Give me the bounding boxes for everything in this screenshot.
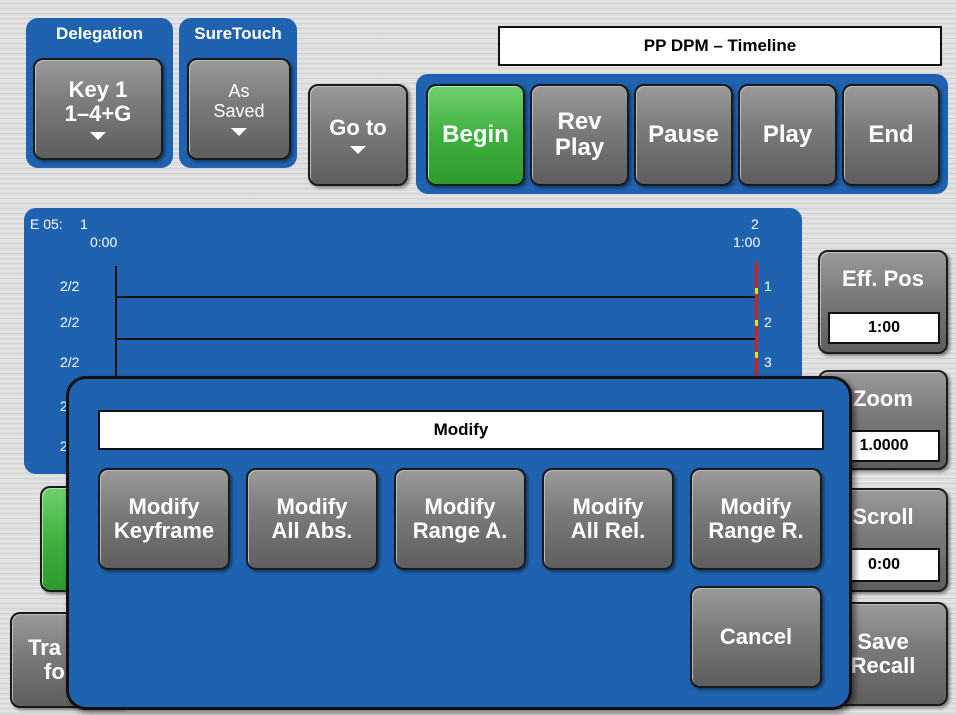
row1-num: 1 — [764, 278, 772, 294]
row3-num: 3 — [764, 354, 772, 370]
row1-count: 2/2 — [60, 278, 80, 294]
end-label: End — [868, 121, 914, 148]
row3-count: 2/2 — [60, 354, 80, 370]
row2-count: 2/2 — [60, 314, 80, 330]
begin-label: Begin — [442, 121, 509, 148]
delegation-line1: Key 1 — [68, 76, 128, 102]
begin-button[interactable]: Begin — [426, 84, 525, 186]
delegation-group: Delegation Key 1 1–4+G — [26, 18, 173, 168]
modify-range-r-line2: Range R. — [708, 518, 804, 543]
modify-all-rel-button[interactable]: Modify All Rel. — [542, 468, 674, 570]
row2-num: 2 — [764, 314, 772, 330]
end-keyframe-num: 2 — [751, 216, 759, 232]
chevron-down-icon — [231, 127, 247, 136]
modify-all-abs-line1: Modify — [276, 493, 348, 519]
delegation-button[interactable]: Key 1 1–4+G — [33, 58, 163, 160]
modify-all-rel-line1: Modify — [572, 493, 644, 519]
eff-pos-label: Eff. Pos — [842, 266, 924, 291]
end-time: 1:00 — [733, 234, 761, 250]
modify-range-r-line1: Modify — [720, 493, 792, 519]
effect-label: E 05: — [30, 216, 63, 232]
suretouch-line1: As — [228, 81, 250, 102]
suretouch-group: SureTouch As Saved — [179, 18, 297, 168]
play-button[interactable]: Play — [738, 84, 837, 186]
scroll-label: Scroll — [852, 504, 914, 529]
goto-label: Go to — [329, 114, 387, 140]
modify-range-r-button[interactable]: Modify Range R. — [690, 468, 822, 570]
pause-label: Pause — [648, 121, 719, 148]
suretouch-button[interactable]: As Saved — [187, 58, 291, 160]
delegation-line2: 1–4+G — [64, 101, 132, 126]
zoom-label: Zoom — [853, 386, 913, 411]
rev-line1: Rev — [557, 107, 602, 135]
chevron-down-icon — [90, 132, 106, 141]
goto-button[interactable]: Go to — [308, 84, 408, 186]
transition-line1: Tra — [28, 634, 62, 660]
row1-track — [115, 296, 755, 298]
end-button[interactable]: End — [842, 84, 940, 186]
cancel-button[interactable]: Cancel — [690, 586, 822, 688]
modify-range-a-button[interactable]: Modify Range A. — [394, 468, 526, 570]
save-recall-line1: Save — [857, 628, 909, 654]
modify-all-abs-line2: All Abs. — [271, 518, 353, 543]
modify-dialog-title: Modify — [98, 410, 824, 450]
modify-keyframe-line1: Modify — [128, 493, 200, 519]
play-label: Play — [762, 121, 813, 148]
start-time: 0:00 — [90, 234, 118, 250]
modify-range-a-line1: Modify — [424, 493, 496, 519]
cancel-label: Cancel — [719, 624, 793, 649]
delegation-label: Delegation — [56, 24, 143, 43]
save-recall-line2: Recall — [850, 653, 916, 678]
modify-keyframe-line2: Keyframe — [113, 518, 215, 543]
suretouch-line2: Saved — [213, 101, 265, 121]
rev-play-button[interactable]: Rev Play — [530, 84, 629, 186]
rev-line2: Play — [554, 134, 605, 161]
modify-range-a-line2: Range A. — [412, 518, 508, 543]
page-title: PP DPM – Timeline — [498, 26, 942, 66]
row2-track — [115, 338, 755, 340]
pause-button[interactable]: Pause — [634, 84, 733, 186]
transition-line2: fo — [44, 659, 65, 684]
modify-all-rel-line2: All Rel. — [570, 518, 646, 543]
modify-keyframe-button[interactable]: Modify Keyframe — [98, 468, 230, 570]
chevron-down-icon — [350, 146, 366, 155]
modify-all-abs-button[interactable]: Modify All Abs. — [246, 468, 378, 570]
suretouch-label: SureTouch — [194, 24, 282, 43]
eff-pos-value: 1:00 — [828, 312, 940, 344]
start-keyframe-num: 1 — [80, 216, 88, 232]
